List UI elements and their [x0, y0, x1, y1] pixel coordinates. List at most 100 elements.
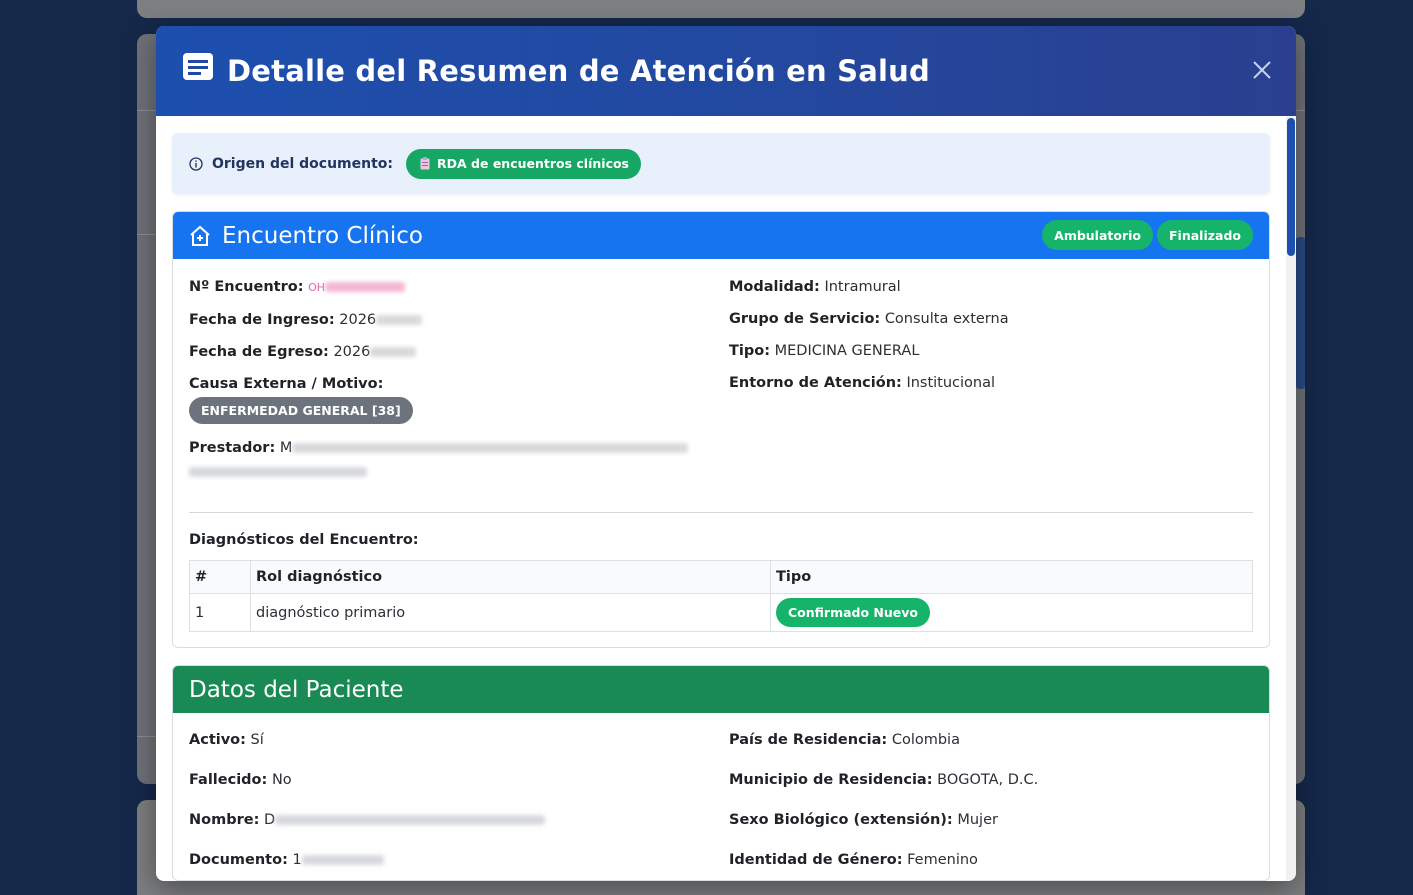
- municipality-value: BOGOTA, D.C.: [937, 772, 1039, 788]
- encounter-card-title: Encuentro Clínico: [222, 222, 423, 249]
- deceased-field: Fallecido: No: [189, 770, 729, 790]
- deceased-label: Fallecido:: [189, 772, 268, 788]
- column-header-role: Rol diagnóstico: [250, 560, 771, 594]
- modal-title: Detalle del Resumen de Atención en Salud: [227, 54, 930, 88]
- document-value: 1: [292, 852, 302, 868]
- page-scrollbar-thumb[interactable]: [1296, 237, 1305, 389]
- clipboard-icon: [420, 157, 430, 170]
- ambulatory-badge: Ambulatorio: [1042, 220, 1154, 250]
- section-divider: [189, 512, 1253, 513]
- background-divider: [137, 736, 157, 737]
- diagnosis-number: 1: [189, 593, 251, 632]
- patient-card-title: Datos del Paciente: [189, 676, 404, 703]
- gender-identity-value: Femenino: [907, 852, 978, 868]
- patient-card-body: Activo: Sí País de Residencia: Colombia …: [173, 713, 1269, 880]
- active-label: Activo:: [189, 732, 246, 748]
- diagnoses-table-header: # Rol diagnóstico Tipo: [189, 560, 1253, 594]
- provider-label: Prestador:: [189, 440, 276, 456]
- biological-sex-value: Mujer: [957, 812, 998, 828]
- diagnoses-table: # Rol diagnóstico Tipo 1 diagnóstico pri…: [189, 560, 1253, 632]
- admission-date-field: Fecha de Ingreso: 2026: [189, 310, 729, 330]
- modality-value: Intramural: [824, 279, 901, 295]
- encounter-card: Encuentro Clínico Ambulatorio Finalizado…: [172, 211, 1270, 648]
- country-value: Colombia: [891, 732, 960, 748]
- name-field: Nombre: D: [189, 810, 729, 830]
- encounter-card-body: Nº Encuentro: OH Fecha de Ingreso: 2026 …: [173, 259, 1269, 647]
- modality-field: Modalidad: Intramural: [729, 277, 1253, 297]
- encounter-fields: Nº Encuentro: OH Fecha de Ingreso: 2026 …: [189, 275, 1253, 484]
- column-header-type: Tipo: [770, 560, 1253, 594]
- country-label: País de Residencia:: [729, 732, 888, 748]
- background-divider: [137, 110, 157, 111]
- background-card-top: [137, 0, 1305, 18]
- admission-date-value: 2026: [339, 312, 377, 328]
- background-divider: [137, 234, 157, 235]
- encounter-number-label: Nº Encuentro:: [189, 279, 304, 295]
- patient-row: Nombre: D Sexo Biológico (extensión): Mu…: [189, 800, 1253, 840]
- document-icon: [183, 53, 213, 80]
- diagnoses-title: Diagnósticos del Encuentro:: [189, 532, 419, 548]
- redacted-text: [325, 282, 406, 292]
- encounter-status-badges: Ambulatorio Finalizado: [1042, 220, 1253, 250]
- active-field: Activo: Sí: [189, 730, 729, 750]
- origin-section: Origen del documento: RDA de encuentros …: [172, 133, 1270, 194]
- redacted-text: [370, 347, 417, 357]
- origin-badge-label: RDA de encuentros clínicos: [437, 156, 630, 171]
- patient-card: Datos del Paciente Activo: Sí País de Re…: [172, 665, 1270, 881]
- provider-value: M: [279, 440, 293, 456]
- discharge-date-field: Fecha de Egreso: 2026: [189, 342, 729, 362]
- name-label: Nombre:: [189, 812, 260, 828]
- patient-row: Fallecido: No Municipio de Residencia: B…: [189, 760, 1253, 800]
- table-row: 1 diagnóstico primario Confirmado Nuevo: [189, 593, 1253, 632]
- modal-header: Detalle del Resumen de Atención en Salud: [156, 26, 1296, 116]
- origin-badge: RDA de encuentros clínicos: [406, 148, 642, 179]
- discharge-date-label: Fecha de Egreso:: [189, 344, 329, 360]
- active-value: Sí: [250, 732, 264, 748]
- modal-scrollbar-thumb[interactable]: [1287, 118, 1295, 256]
- patient-row: Activo: Sí País de Residencia: Colombia: [189, 720, 1253, 760]
- redacted-text: [189, 467, 367, 477]
- external-cause-badge: ENFERMEDAD GENERAL [38]: [189, 397, 413, 424]
- attention-summary-modal: Detalle del Resumen de Atención en Salud…: [156, 26, 1296, 881]
- encounter-fields-left: Nº Encuentro: OH Fecha de Ingreso: 2026 …: [189, 275, 729, 484]
- close-icon[interactable]: [1250, 58, 1274, 82]
- diagnosis-role: diagnóstico primario: [250, 593, 771, 632]
- redacted-text: [376, 315, 423, 325]
- care-environment-field: Entorno de Atención: Institucional: [729, 373, 1253, 393]
- finished-badge: Finalizado: [1157, 220, 1253, 250]
- type-value: MEDICINA GENERAL: [774, 343, 920, 359]
- provider-field: Prestador: M: [189, 436, 729, 484]
- modal-body: Origen del documento: RDA de encuentros …: [156, 116, 1296, 881]
- origin-label: Origen del documento:: [212, 155, 394, 172]
- care-environment-value: Institucional: [906, 375, 996, 391]
- encounter-card-header: Encuentro Clínico Ambulatorio Finalizado: [173, 212, 1269, 259]
- municipality-label: Municipio de Residencia:: [729, 772, 933, 788]
- service-group-value: Consulta externa: [884, 311, 1009, 327]
- diagnosis-type-cell: Confirmado Nuevo: [770, 593, 1253, 632]
- external-cause-field: Causa Externa / Motivo:: [189, 374, 729, 394]
- municipality-field: Municipio de Residencia: BOGOTA, D.C.: [729, 770, 1253, 790]
- encounter-fields-right: Modalidad: Intramural Grupo de Servicio:…: [729, 275, 1253, 484]
- encounter-number-field: Nº Encuentro: OH: [189, 277, 729, 298]
- discharge-date-value: 2026: [333, 344, 371, 360]
- encounter-number-value: OH: [308, 281, 326, 294]
- column-header-number: #: [189, 560, 251, 594]
- diagnosis-type-badge: Confirmado Nuevo: [776, 598, 931, 627]
- type-label: Tipo:: [729, 343, 771, 359]
- type-field: Tipo: MEDICINA GENERAL: [729, 341, 1253, 361]
- external-cause-label: Causa Externa / Motivo:: [189, 376, 384, 392]
- service-group-label: Grupo de Servicio:: [729, 311, 881, 327]
- service-group-field: Grupo de Servicio: Consulta externa: [729, 309, 1253, 329]
- redacted-text: [301, 855, 384, 865]
- modality-label: Modalidad:: [729, 279, 820, 295]
- hospital-icon: [190, 225, 210, 246]
- redacted-text: [275, 815, 546, 825]
- redacted-text: [292, 443, 689, 453]
- patient-row: Documento: 1 Identidad de Género: Femeni…: [189, 840, 1253, 880]
- name-value: D: [263, 812, 276, 828]
- biological-sex-field: Sexo Biológico (extensión): Mujer: [729, 810, 1253, 830]
- patient-card-header: Datos del Paciente: [173, 666, 1269, 713]
- info-icon: [189, 156, 203, 171]
- document-field: Documento: 1: [189, 850, 729, 870]
- country-field: País de Residencia: Colombia: [729, 730, 1253, 750]
